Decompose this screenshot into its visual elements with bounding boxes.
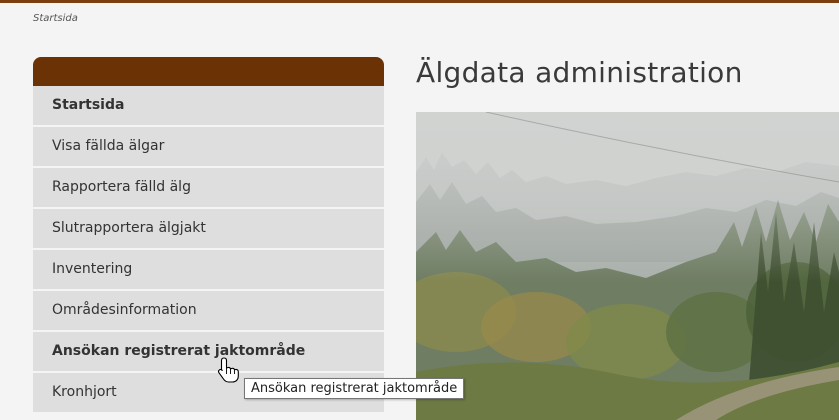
sidebar-item-omradesinformation[interactable]: Områdesinformation — [33, 291, 384, 332]
sidebar-item-ansokan-registrerat-jaktomrade[interactable]: Ansökan registrerat jaktområde — [33, 332, 384, 373]
sidebar-item-slutrapportera-algjakt[interactable]: Slutrapportera älgjakt — [33, 209, 384, 250]
breadcrumb[interactable]: Startsida — [33, 13, 78, 24]
top-accent-bar — [0, 0, 839, 3]
sidebar-item-rapportera-falld-alg[interactable]: Rapportera fälld älg — [33, 168, 384, 209]
sidebar-header — [33, 57, 384, 86]
page-title: Älgdata administration — [416, 56, 743, 89]
hand-pointer-icon — [218, 357, 239, 383]
sidebar-item-inventering[interactable]: Inventering — [33, 250, 384, 291]
sidebar-item-startsida[interactable]: Startsida — [33, 86, 384, 127]
sidebar-menu: Startsida Visa fällda älgar Rapportera f… — [33, 57, 384, 414]
tooltip: Ansökan registrerat jaktområde — [244, 378, 465, 399]
hero-forest-image — [416, 112, 839, 420]
sidebar-item-visa-fallda-algar[interactable]: Visa fällda älgar — [33, 127, 384, 168]
